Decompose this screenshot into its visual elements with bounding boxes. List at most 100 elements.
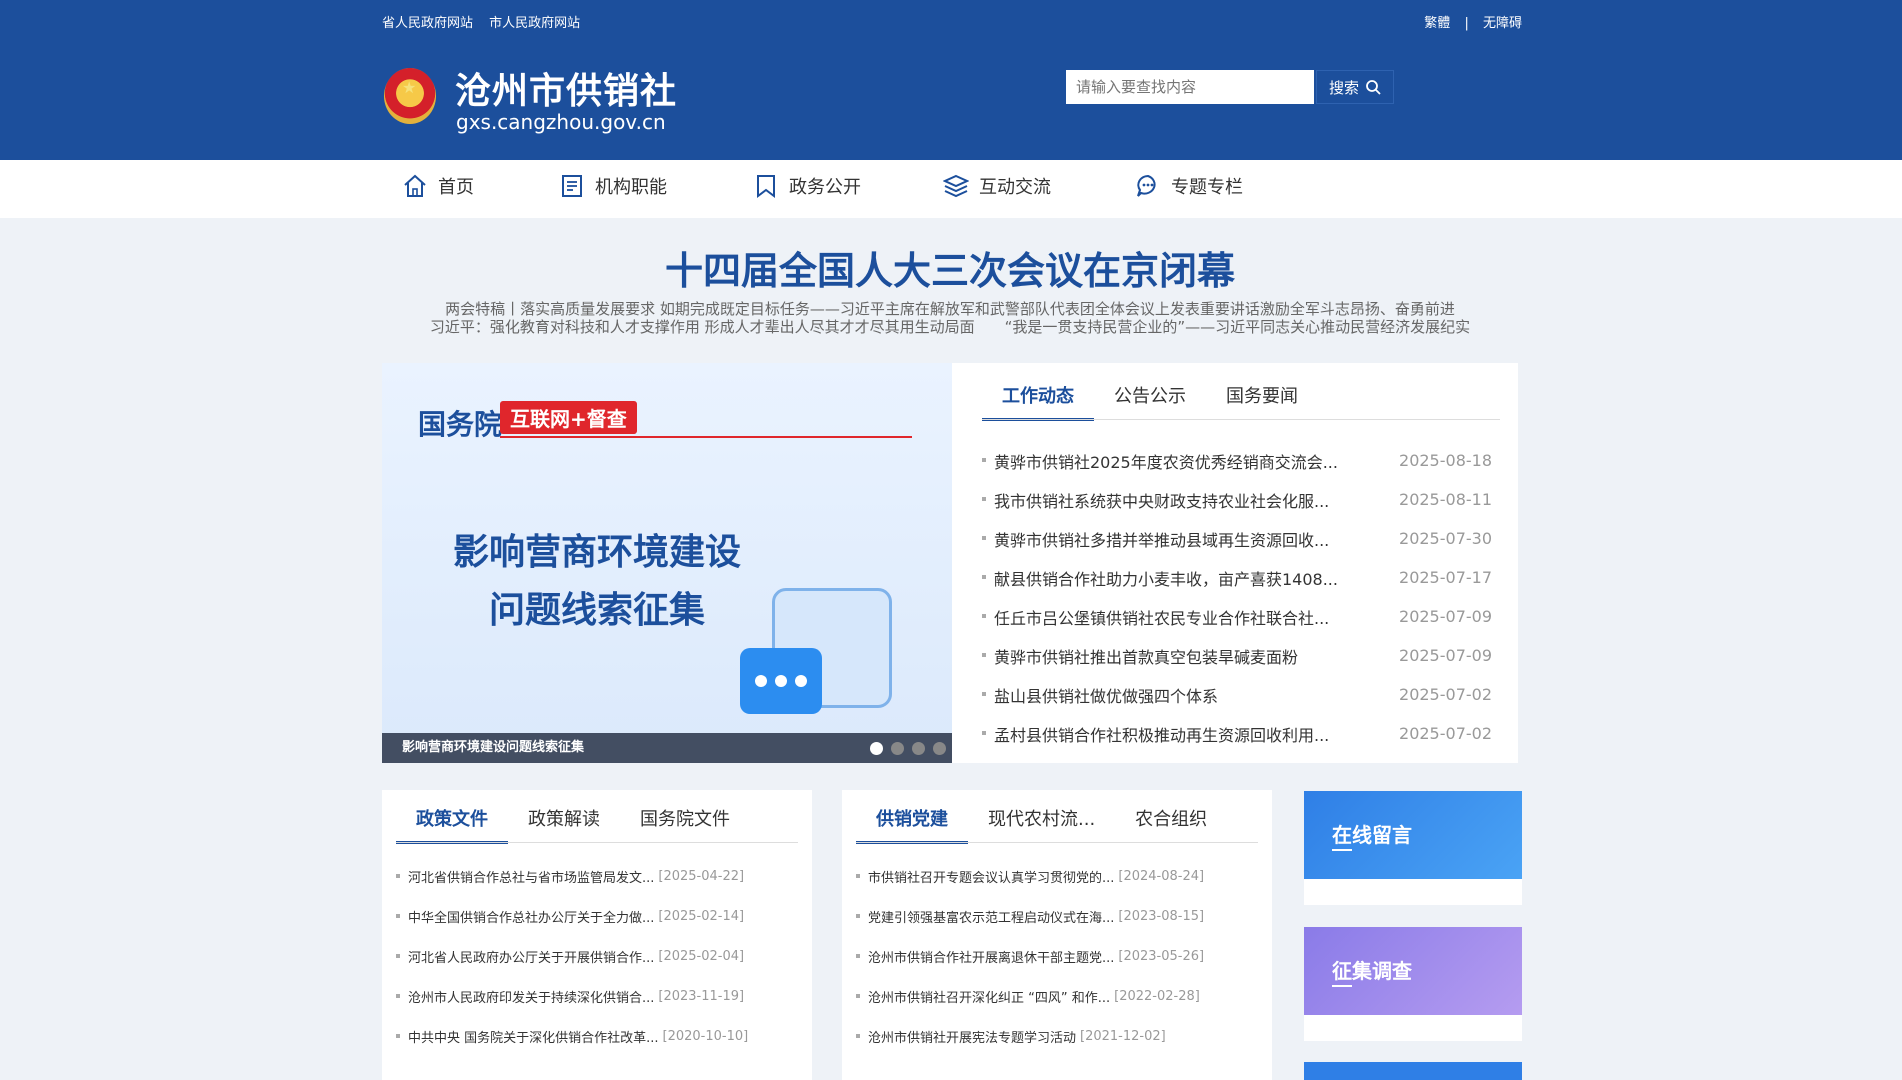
province-gov-link[interactable]: 省人民政府网站 xyxy=(382,16,473,31)
home-icon xyxy=(404,174,426,197)
city-gov-link[interactable]: 市人民政府网站 xyxy=(489,16,580,31)
nav-interaction-label: 互动交流 xyxy=(979,177,1051,198)
search-button-label: 搜索 xyxy=(1328,78,1359,97)
headline-title[interactable]: 十四届全国人大三次会议在京闭幕 xyxy=(382,240,1518,295)
news-panel: 工作动态 公告公示 国务要闻 黄骅市供销社2025年度农资优秀经销商交流会...… xyxy=(952,363,1518,763)
tab-cooperative-org[interactable]: 农合组织 xyxy=(1115,798,1227,842)
banner-caption[interactable]: 影响营商环境建设问题线索征集 xyxy=(382,733,952,763)
list-item[interactable]: 沧州市人民政府印发关于持续深化供销合... [2023-11-19] xyxy=(396,976,748,1016)
party-title: 沧州市供销社召开深化纠正 “四风” 和作... xyxy=(856,987,1110,1006)
banner-divider xyxy=(500,436,912,438)
list-item[interactable]: 献县供销合作社助力小麦丰收，亩产喜获1408... 2025-07-17 xyxy=(982,558,1492,597)
list-item[interactable]: 黄骅市供销社多措并举推动县域再生资源回收... 2025-07-30 xyxy=(982,519,1492,558)
list-item[interactable]: 任丘市吕公堡镇供销社农民专业合作社联合社... 2025-07-09 xyxy=(982,597,1492,636)
accessibility-link[interactable]: 无障碍 xyxy=(1483,16,1522,31)
news-title: 我市供销社系统获中央财政支持农业社会化服... xyxy=(982,488,1329,512)
party-date: [2022-02-28] xyxy=(1114,988,1200,1004)
news-list: 黄骅市供销社2025年度农资优秀经销商交流会... 2025-08-18 我市供销… xyxy=(982,441,1492,753)
separator: | xyxy=(1464,16,1469,31)
policy-list: 河北省供销合作总社与省市场监管局发文... [2025-04-22] 中华全国供销… xyxy=(396,856,748,1056)
list-item[interactable]: 河北省供销合作总社与省市场监管局发文... [2025-04-22] xyxy=(396,856,748,896)
list-item[interactable]: 盐山县供销社做优做强四个体系 2025-07-02 xyxy=(982,675,1492,714)
news-title: 任丘市吕公堡镇供销社农民专业合作社联合社... xyxy=(982,605,1329,629)
tab-divider xyxy=(856,842,1258,843)
nav-gov-affairs-label: 政务公开 xyxy=(789,177,861,198)
policy-tabs: 政策文件 政策解读 国务院文件 xyxy=(396,798,750,844)
traditional-chinese-link[interactable]: 繁體 xyxy=(1424,16,1450,31)
tab-policy-files[interactable]: 政策文件 xyxy=(396,798,508,844)
list-item[interactable]: 中华全国供销合作总社办公厅关于全力做... [2025-02-14] xyxy=(396,896,748,936)
online-message-label: 在线留言 xyxy=(1332,823,1412,847)
carousel-dot[interactable] xyxy=(912,742,925,755)
party-title: 市供销社召开专题会议认真学习贯彻党的... xyxy=(856,867,1114,886)
party-panel: 供销党建 现代农村流... 农合组织 市供销社召开专题会议认真学习贯彻党的...… xyxy=(842,790,1272,1080)
list-item[interactable]: 孟村县供销合作社积极推动再生资源回收利用... 2025-07-02 xyxy=(982,714,1492,753)
news-date: 2025-07-02 xyxy=(1399,685,1492,704)
survey-card[interactable]: 征集调查 xyxy=(1304,927,1522,1041)
site-title[interactable]: 沧州市供销社 xyxy=(455,62,677,114)
nav-home-label: 首页 xyxy=(438,177,474,198)
carousel-dot[interactable] xyxy=(891,742,904,755)
main-nav: 首页 机构职能 政务公开 互动交流 专题专栏 xyxy=(0,160,1902,218)
policy-title: 河北省供销合作总社与省市场监管局发文... xyxy=(396,867,654,886)
nav-gov-affairs[interactable]: 政务公开 xyxy=(753,173,861,199)
news-title: 孟村县供销合作社积极推动再生资源回收利用... xyxy=(982,722,1329,746)
nav-home[interactable]: 首页 xyxy=(402,173,474,199)
list-item[interactable]: 我市供销社系统获中央财政支持农业社会化服... 2025-08-11 xyxy=(982,480,1492,519)
online-message-card[interactable]: 在线留言 xyxy=(1304,791,1522,905)
nav-interaction[interactable]: 互动交流 xyxy=(943,173,1051,199)
site-domain: gxs.cangzhou.gov.cn xyxy=(456,110,666,134)
search-icon xyxy=(1366,80,1381,95)
carousel-dot[interactable] xyxy=(933,742,946,755)
banner-carousel[interactable]: 国务院 互联网+督查 影响营商环境建设 问题线索征集 影响营商环境建设问题线索征… xyxy=(382,363,952,763)
list-item[interactable]: 党建引领强基富农示范工程启动仪式在海... [2023-08-15] xyxy=(856,896,1204,936)
headline-subline-2[interactable]: 习近平：强化教育对科技和人才支撑作用 形成人才辈出人尽其才才尽其用生动局面 “我… xyxy=(382,316,1518,337)
banner-tag: 互联网+督查 xyxy=(500,401,637,434)
party-date: [2023-05-26] xyxy=(1118,948,1205,964)
party-date: [2021-12-02] xyxy=(1080,1028,1166,1044)
party-title: 党建引领强基富农示范工程启动仪式在海... xyxy=(856,907,1114,926)
label-underline xyxy=(1332,985,1352,987)
search-input[interactable] xyxy=(1066,70,1314,104)
news-title: 献县供销合作社助力小麦丰收，亩产喜获1408... xyxy=(982,566,1338,590)
list-item[interactable]: 沧州市供销社开展宪法专题学习活动 [2021-12-02] xyxy=(856,1016,1204,1056)
party-date: [2024-08-24] xyxy=(1118,868,1205,884)
tab-state-news[interactable]: 国务要闻 xyxy=(1206,375,1318,419)
list-item[interactable]: 沧州市供销合作社开展离退休干部主题党... [2023-05-26] xyxy=(856,936,1204,976)
top-links: 省人民政府网站 市人民政府网站 xyxy=(382,12,592,31)
search-button[interactable]: 搜索 xyxy=(1316,70,1394,104)
list-item[interactable]: 黄骅市供销社推出首款真空包装旱碱麦面粉 2025-07-09 xyxy=(982,636,1492,675)
nav-special-topics-label: 专题专栏 xyxy=(1171,177,1243,198)
list-item[interactable]: 黄骅市供销社2025年度农资优秀经销商交流会... 2025-08-18 xyxy=(982,441,1492,480)
tab-work-news[interactable]: 工作动态 xyxy=(982,375,1094,421)
nav-special-topics[interactable]: 专题专栏 xyxy=(1135,173,1243,199)
news-date: 2025-07-09 xyxy=(1399,646,1492,665)
list-item[interactable]: 河北省人民政府办公厅关于开展供销合作... [2025-02-04] xyxy=(396,936,748,976)
party-list: 市供销社召开专题会议认真学习贯彻党的... [2024-08-24] 党建引领强基… xyxy=(856,856,1204,1056)
news-date: 2025-07-02 xyxy=(1399,724,1492,743)
tab-rural-circulation[interactable]: 现代农村流... xyxy=(968,798,1115,842)
side-card-partial[interactable] xyxy=(1304,1062,1522,1080)
list-item[interactable]: 中共中央 国务院关于深化供销合作社改革... [2020-10-10] xyxy=(396,1016,748,1056)
news-date: 2025-08-11 xyxy=(1399,490,1492,509)
list-item[interactable]: 市供销社召开专题会议认真学习贯彻党的... [2024-08-24] xyxy=(856,856,1204,896)
carousel-dot[interactable] xyxy=(870,742,883,755)
tab-policy-interpretation[interactable]: 政策解读 xyxy=(508,798,620,842)
policy-date: [2025-04-22] xyxy=(658,868,745,884)
bookmark-icon xyxy=(757,175,775,198)
survey-label: 征集调查 xyxy=(1332,959,1412,983)
policy-title: 中华全国供销合作总社办公厅关于全力做... xyxy=(396,907,654,926)
party-tabs: 供销党建 现代农村流... 农合组织 xyxy=(856,798,1227,844)
news-date: 2025-07-17 xyxy=(1399,568,1492,587)
policy-date: [2025-02-14] xyxy=(658,908,745,924)
tab-announcements[interactable]: 公告公示 xyxy=(1094,375,1206,419)
news-title: 黄骅市供销社多措并举推动县域再生资源回收... xyxy=(982,527,1329,551)
list-item[interactable]: 沧州市供销社召开深化纠正 “四风” 和作... [2022-02-28] xyxy=(856,976,1204,1016)
nav-organization[interactable]: 机构职能 xyxy=(559,173,667,199)
banner-title-line-2: 问题线索征集 xyxy=(488,590,705,631)
policy-title: 沧州市人民政府印发关于持续深化供销合... xyxy=(396,987,654,1006)
tab-state-council-files[interactable]: 国务院文件 xyxy=(620,798,750,842)
policy-panel: 政策文件 政策解读 国务院文件 河北省供销合作总社与省市场监管局发文... [20… xyxy=(382,790,812,1080)
tab-party-building[interactable]: 供销党建 xyxy=(856,798,968,844)
layers-icon xyxy=(943,174,969,198)
